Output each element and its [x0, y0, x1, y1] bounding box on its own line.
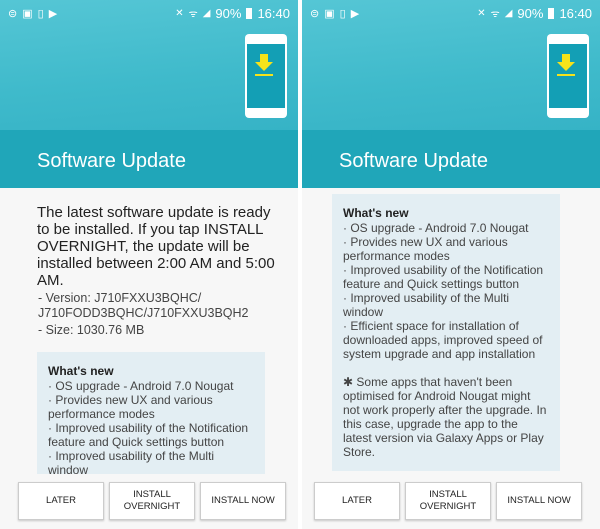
phone-screen-right: ⊜ ▣ ▯ ▶ ✕ ᯤ ◢ 90% 16:40 Software Update — [302, 0, 600, 529]
battery-percent: 90% — [517, 5, 544, 21]
battery-percent: 90% — [215, 5, 242, 21]
list-item: · Provides new UX and various performanc… — [48, 393, 213, 421]
clock: 16:40 — [257, 5, 290, 21]
status-bar: ⊜ ▣ ▯ ▶ ✕ ᯤ ◢ 90% 16:40 — [8, 5, 290, 21]
whats-new-heading: What's new — [343, 206, 409, 220]
phone-screen-left: ⊜ ▣ ▯ ▶ ✕ ᯤ ◢ 90% 16:40 Software Update — [0, 0, 298, 529]
mute-icon: ✕ — [477, 7, 486, 19]
device-icon: ▯ — [37, 7, 44, 20]
wifi-icon: ᯤ — [188, 9, 198, 20]
size-text: - Size: 1030.76 MB — [38, 323, 145, 337]
battery-icon — [246, 7, 253, 19]
page-title: Software Update — [302, 130, 600, 188]
version-text: - Version: J710FXXU3BQHC/ J710FODD3BQHC/… — [38, 291, 249, 320]
later-button[interactable]: LATER — [314, 482, 400, 520]
intro-text: The latest software update is ready to b… — [37, 204, 275, 289]
clock: 16:40 — [559, 5, 592, 21]
list-item: · Improved usability of the Multi window — [48, 449, 215, 477]
play-icon: ▶ — [48, 7, 58, 20]
phone-download-illustration — [547, 34, 589, 118]
mute-icon: ✕ — [175, 7, 184, 19]
gallery-icon: ▣ — [22, 7, 33, 20]
update-description: The latest software update is ready to b… — [37, 204, 277, 338]
list-item: · OS upgrade - Android 7.0 Nougat — [343, 221, 529, 235]
whats-new-heading: What's new — [48, 364, 114, 378]
gallery-icon: ▣ — [324, 7, 335, 20]
compatibility-note: ✱ Some apps that haven't been optimised … — [343, 375, 547, 459]
wifi-icon: ᯤ — [490, 9, 500, 20]
update-content[interactable]: What's new · OS upgrade - Android 7.0 No… — [302, 188, 600, 529]
install-overnight-button[interactable]: INSTALL OVERNIGHT — [109, 482, 195, 520]
later-button[interactable]: LATER — [18, 482, 104, 520]
signal-icon: ◢ — [202, 7, 211, 19]
battery-icon — [548, 7, 555, 19]
list-item: · Provides new UX and various performanc… — [343, 235, 508, 263]
whats-new-box: What's new · OS upgrade - Android 7.0 No… — [332, 194, 560, 471]
play-icon: ▶ — [350, 7, 360, 20]
button-bar: LATER INSTALL OVERNIGHT INSTALL NOW — [302, 474, 600, 529]
page-title: Software Update — [0, 130, 298, 188]
button-bar: LATER INSTALL OVERNIGHT INSTALL NOW — [0, 474, 298, 529]
header-banner: ⊜ ▣ ▯ ▶ ✕ ᯤ ◢ 90% 16:40 — [0, 0, 298, 130]
install-overnight-button[interactable]: INSTALL OVERNIGHT — [405, 482, 491, 520]
list-item: · Efficient space for installation of do… — [343, 319, 543, 361]
header-banner: ⊜ ▣ ▯ ▶ ✕ ᯤ ◢ 90% 16:40 — [302, 0, 600, 130]
update-content[interactable]: The latest software update is ready to b… — [0, 188, 298, 529]
device-icon: ▯ — [339, 7, 346, 20]
download-arrow-icon — [557, 54, 575, 76]
whats-new-box: What's new · OS upgrade - Android 7.0 No… — [37, 352, 265, 489]
notification-icon: ⊜ — [8, 7, 18, 20]
phone-download-illustration — [245, 34, 287, 118]
install-now-button[interactable]: INSTALL NOW — [200, 482, 286, 520]
signal-icon: ◢ — [504, 7, 513, 19]
list-item: · OS upgrade - Android 7.0 Nougat — [48, 379, 234, 393]
list-item: · Improved usability of the Multi window — [343, 291, 510, 319]
status-bar: ⊜ ▣ ▯ ▶ ✕ ᯤ ◢ 90% 16:40 — [310, 5, 592, 21]
notification-icon: ⊜ — [310, 7, 320, 20]
list-item: · Improved usability of the Notification… — [48, 421, 249, 449]
list-item: · Improved usability of the Notification… — [343, 263, 544, 291]
download-arrow-icon — [255, 54, 273, 76]
install-now-button[interactable]: INSTALL NOW — [496, 482, 582, 520]
